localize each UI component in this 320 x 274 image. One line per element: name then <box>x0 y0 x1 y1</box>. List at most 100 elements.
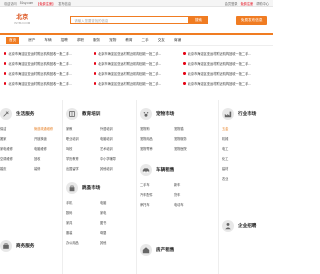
news-item[interactable]: 北京市海淀区亚运村附近机构回收一批二手... <box>183 81 269 86</box>
news-item[interactable]: 北京市海淀区亚运村附近机构回收一批二手... <box>4 71 90 76</box>
category-header[interactable]: 生活服务 <box>0 108 64 120</box>
category-link[interactable]: 数码 <box>66 210 96 215</box>
bullet-icon <box>4 62 7 65</box>
post-free-button[interactable]: 免费发布信息 <box>236 15 267 25</box>
category-header[interactable]: 房产租售 <box>140 244 174 256</box>
category-link[interactable]: 职业培训 <box>66 136 96 141</box>
news-item[interactable]: 北京市海淀区亚运村附近机构回收一批二手... <box>183 61 269 66</box>
category-link[interactable]: 服装 <box>66 230 96 235</box>
category-link[interactable]: 图书 <box>100 220 130 225</box>
site-domain[interactable]: 51sy.com <box>20 1 33 6</box>
category-link[interactable]: 电脑维修 <box>34 146 64 151</box>
category-link[interactable]: 摩托车 <box>140 202 170 207</box>
category-link[interactable]: 电脑 <box>100 200 130 205</box>
category-link[interactable]: 空调维修 <box>0 156 30 161</box>
category-pets: 宠物市场 宠物狗 宠物猫 宠物用品 宠物服务 宠物寄养 宠物医院 <box>140 108 204 151</box>
category-link[interactable]: 家具 <box>66 220 96 225</box>
category-link[interactable]: 出国留学 <box>66 166 96 171</box>
news-item[interactable]: 北京市海淀区亚运村附近机构回收一批二手... <box>4 61 90 66</box>
category-header[interactable]: 行业市场 <box>222 108 262 120</box>
category-links: 宠物狗 宠物猫 宠物用品 宠物服务 宠物寄养 宠物医院 <box>140 126 204 151</box>
nav-item-jobseek[interactable]: 求职 <box>77 38 84 43</box>
nav-item-recruit[interactable]: 招聘 <box>61 38 68 43</box>
news-item[interactable]: 北京市海淀区亚运村附近机构回收一批二手... <box>4 51 90 56</box>
category-link[interactable]: 宠物狗 <box>140 126 170 131</box>
category-link[interactable]: 外语培训 <box>100 126 130 131</box>
category-industry: 行业市场 五金 机械 电工 化工 建材 农业 <box>222 108 262 181</box>
news-item[interactable]: 北京市海淀区亚运村附近机构回收一批二手... <box>93 51 180 56</box>
news-item[interactable]: 北京市海淀区亚运村附近机构回收一批二手... <box>93 81 180 86</box>
category-link[interactable]: 电脑培训 <box>100 136 130 141</box>
category-link[interactable]: 汽车配件 <box>140 192 170 197</box>
category-link[interactable]: 电动车 <box>174 202 204 207</box>
free-register-link[interactable]: 【免费注册】 <box>36 1 55 6</box>
category-header[interactable]: 企业招聘 <box>222 220 256 232</box>
category-link[interactable]: 开锁换锁 <box>34 136 64 141</box>
search-input[interactable]: 请输入您要查找的信息 <box>70 16 189 24</box>
category-link[interactable]: 搬家 <box>0 136 30 141</box>
category-link[interactable]: 电工 <box>222 146 262 151</box>
category-link[interactable]: 化工 <box>222 156 262 161</box>
category-link[interactable]: 保洁 <box>0 126 30 131</box>
category-header[interactable]: 跳蚤市场 <box>66 182 130 194</box>
news-item[interactable]: 北京市海淀区亚运村附近机构回收一批二手... <box>93 61 180 66</box>
category-link[interactable]: 管道疏通维修 <box>34 126 64 131</box>
category-title: 房产租售 <box>156 247 175 252</box>
login-link[interactable]: 会员登录 <box>225 1 238 6</box>
category-link[interactable]: 宠物服务 <box>174 136 204 141</box>
category-link[interactable]: 学历教育 <box>66 156 96 161</box>
site-logo[interactable]: 北京 ISYBJ.COM <box>6 15 38 25</box>
nav-item-secondhand[interactable]: 二手 <box>142 38 149 43</box>
category-link[interactable]: 装修 <box>34 166 64 171</box>
category-link[interactable]: 其他 <box>100 240 130 245</box>
nav-item-home[interactable]: 首页 <box>6 36 20 44</box>
category-link[interactable]: 宠物用品 <box>140 136 170 141</box>
news-item[interactable]: 北京市海淀区亚运村附近机构回收一批二手... <box>183 51 269 56</box>
category-link[interactable]: 新车 <box>174 182 204 187</box>
category-link[interactable]: 家电 <box>100 210 130 215</box>
news-title: 北京市海淀区亚运村附近机构回收一批二手... <box>98 72 162 76</box>
category-link[interactable]: 宠物医院 <box>174 146 204 151</box>
nav-item-auto[interactable]: 车辆 <box>44 38 51 43</box>
nav-item-shops[interactable]: 商铺 <box>174 38 181 43</box>
nav-item-education[interactable]: 教育 <box>125 38 132 43</box>
category-link[interactable]: 办公用品 <box>66 240 96 245</box>
nav-item-social[interactable]: 交友 <box>158 38 165 43</box>
post-info-link[interactable]: 发布信息 <box>58 1 71 6</box>
category-link[interactable]: 农业 <box>222 176 262 181</box>
news-title: 北京市海淀区亚运村附近机构回收一批二手... <box>98 52 162 56</box>
category-header[interactable]: 车辆租售 <box>140 164 204 176</box>
nav-item-pets[interactable]: 宠物 <box>109 38 116 43</box>
category-link[interactable]: 中小学辅导 <box>100 156 130 161</box>
category-link[interactable]: 家教 <box>66 126 96 131</box>
news-item[interactable]: 北京市海淀区亚运村附近机构回收一批二手... <box>93 71 180 76</box>
news-item[interactable]: 北京市海淀区亚运村附近机构回收一批二手... <box>183 71 269 76</box>
category-link[interactable]: 手机 <box>66 200 96 205</box>
category-link[interactable]: 驾校 <box>66 146 96 151</box>
category-link[interactable]: 二手车 <box>140 182 170 187</box>
category-link[interactable]: 回收 <box>34 156 64 161</box>
search-button[interactable]: 搜索 <box>188 16 209 24</box>
category-link[interactable]: 货车 <box>174 192 204 197</box>
register-link[interactable]: 免费注册 <box>241 1 254 6</box>
category-link[interactable]: 婚庆 <box>0 166 30 171</box>
category-header[interactable]: 宠物市场 <box>140 108 204 120</box>
factory-icon <box>222 108 234 120</box>
help-link[interactable]: 帮助中心 <box>256 1 269 6</box>
category-header[interactable]: 教育培训 <box>66 108 130 120</box>
nav-item-realty[interactable]: 房产 <box>28 38 35 43</box>
category-links: 二手车 新车 汽车配件 货车 摩托车 电动车 <box>140 182 204 207</box>
category-link[interactable]: 宠物猫 <box>174 126 204 131</box>
category-link[interactable]: 建材 <box>222 166 262 171</box>
category-title: 宠物市场 <box>156 111 175 116</box>
news-item[interactable]: 北京市海淀区亚运村附近机构回收一批二手... <box>4 81 90 86</box>
category-link[interactable]: 机械 <box>222 136 262 141</box>
category-link[interactable]: 其他培训 <box>100 166 130 171</box>
category-link[interactable]: 五金 <box>222 126 262 131</box>
category-link[interactable]: 宠物寄养 <box>140 146 170 151</box>
category-link[interactable]: 母婴 <box>100 230 130 235</box>
category-header[interactable]: 商务服务 <box>0 240 34 252</box>
nav-item-service[interactable]: 服务 <box>93 38 100 43</box>
category-link[interactable]: 艺术培训 <box>100 146 130 151</box>
category-link[interactable]: 家电维修 <box>0 146 30 151</box>
